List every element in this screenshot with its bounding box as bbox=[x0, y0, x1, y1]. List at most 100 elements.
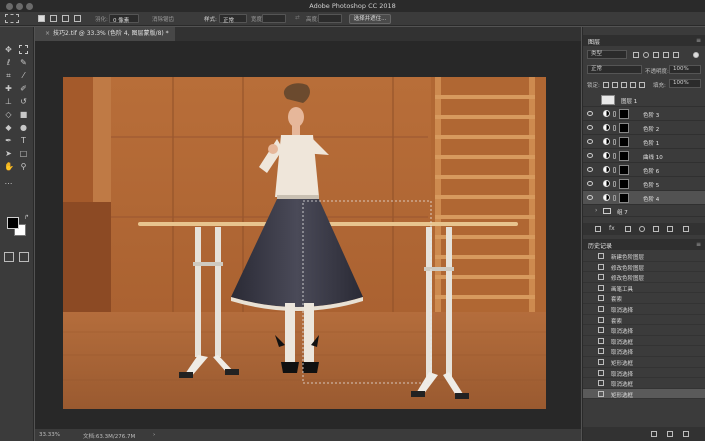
layer-name[interactable]: 色阶 5 bbox=[643, 181, 659, 189]
lock-image-icon[interactable] bbox=[612, 82, 618, 88]
layer-mask-thumbnail[interactable] bbox=[619, 193, 629, 203]
lasso-tool-icon[interactable]: ℓ bbox=[4, 58, 13, 67]
swap-icon[interactable]: ⇄ bbox=[295, 15, 300, 21]
visibility-eye-icon[interactable] bbox=[587, 139, 593, 144]
filter-type-icon[interactable] bbox=[653, 52, 659, 58]
layer-row[interactable]: 色阶 3 bbox=[583, 107, 705, 121]
mask-link-icon[interactable] bbox=[613, 195, 616, 201]
healing-brush-tool-icon[interactable]: ✚ bbox=[4, 84, 13, 93]
layer-name[interactable]: 图层 1 bbox=[621, 97, 637, 105]
mask-link-icon[interactable] bbox=[613, 181, 616, 187]
document-canvas[interactable] bbox=[63, 77, 546, 409]
zoom-level[interactable]: 33.33% bbox=[39, 432, 60, 438]
layer-name[interactable]: 色阶 2 bbox=[643, 125, 659, 133]
add-mask-icon[interactable] bbox=[625, 226, 631, 232]
filter-pixel-icon[interactable] bbox=[633, 52, 639, 58]
history-item-selected[interactable]: 矩形选框 bbox=[583, 388, 705, 400]
filter-toggle-icon[interactable] bbox=[693, 52, 699, 58]
canvas-area[interactable] bbox=[35, 41, 581, 429]
intersect-selection-icon[interactable] bbox=[74, 15, 81, 22]
quick-select-tool-icon[interactable]: ✎ bbox=[19, 58, 28, 67]
layer-name[interactable]: 色阶 4 bbox=[643, 195, 659, 203]
crop-tool-icon[interactable]: ⌗ bbox=[4, 71, 13, 80]
clone-stamp-tool-icon[interactable]: ⊥ bbox=[4, 97, 13, 106]
swap-colors-icon[interactable]: ↱ bbox=[22, 213, 31, 222]
eyedropper-tool-icon[interactable]: ⁄ bbox=[19, 71, 28, 80]
layer-group-row[interactable]: › 组 7 bbox=[583, 205, 705, 217]
history-item[interactable]: 套索 bbox=[583, 293, 705, 304]
layer-style-icon[interactable]: fx bbox=[609, 225, 615, 232]
history-item[interactable]: 取消选框 bbox=[583, 336, 705, 347]
more-tools-icon[interactable]: … bbox=[4, 177, 13, 186]
layer-mask-thumbnail[interactable] bbox=[619, 123, 629, 133]
layer-mask-thumbnail[interactable] bbox=[619, 109, 629, 119]
layer-mask-thumbnail[interactable] bbox=[619, 137, 629, 147]
visibility-eye-icon[interactable] bbox=[587, 195, 593, 200]
history-item[interactable]: 取消选择 bbox=[583, 346, 705, 357]
camera-icon[interactable] bbox=[667, 431, 673, 437]
visibility-eye-icon[interactable] bbox=[587, 111, 593, 116]
close-tab-icon[interactable]: × bbox=[45, 30, 50, 37]
layer-mask-thumbnail[interactable] bbox=[619, 165, 629, 175]
visibility-eye-icon[interactable] bbox=[587, 167, 593, 172]
link-layers-icon[interactable] bbox=[595, 226, 601, 232]
gradient-tool-icon[interactable]: ■ bbox=[19, 110, 28, 119]
filter-smart-icon[interactable] bbox=[673, 52, 679, 58]
marquee-tool-icon[interactable] bbox=[19, 45, 28, 54]
status-arrow-icon[interactable]: › bbox=[153, 432, 155, 438]
layer-row[interactable]: 色阶 5 bbox=[583, 177, 705, 191]
visibility-eye-icon[interactable] bbox=[587, 153, 593, 158]
visibility-eye-icon[interactable] bbox=[587, 125, 593, 130]
layer-name[interactable]: 色阶 6 bbox=[643, 167, 659, 175]
delete-state-icon[interactable] bbox=[683, 431, 689, 437]
history-item[interactable]: 取消选框 bbox=[583, 378, 705, 389]
antialias-label[interactable]: 消除锯齿 bbox=[152, 15, 174, 23]
history-item[interactable]: 修改色阶图层 bbox=[583, 272, 705, 283]
subtract-selection-icon[interactable] bbox=[62, 15, 69, 22]
new-selection-icon[interactable] bbox=[38, 15, 45, 22]
add-selection-icon[interactable] bbox=[50, 15, 57, 22]
new-layer-icon[interactable] bbox=[667, 226, 673, 232]
history-item[interactable]: 取消选择 bbox=[583, 325, 705, 336]
lock-transparent-icon[interactable] bbox=[603, 82, 609, 88]
history-item[interactable]: 新建色阶图层 bbox=[583, 251, 705, 262]
filter-shape-icon[interactable] bbox=[663, 52, 669, 58]
mask-link-icon[interactable] bbox=[613, 153, 616, 159]
type-tool-icon[interactable]: T bbox=[19, 136, 28, 145]
history-panel-title[interactable]: 历史记录 bbox=[588, 241, 612, 250]
layer-name[interactable]: 曲线 10 bbox=[643, 153, 663, 161]
new-group-icon[interactable] bbox=[653, 226, 659, 232]
layer-row[interactable]: 色阶 2 bbox=[583, 121, 705, 135]
mask-link-icon[interactable] bbox=[613, 111, 616, 117]
history-item[interactable]: 画笔工具 bbox=[583, 283, 705, 294]
history-item[interactable]: 取消选择 bbox=[583, 304, 705, 315]
mask-link-icon[interactable] bbox=[613, 139, 616, 145]
history-brush-tool-icon[interactable]: ↺ bbox=[19, 97, 28, 106]
layer-name[interactable]: 色阶 1 bbox=[643, 139, 659, 147]
new-adjustment-icon[interactable] bbox=[639, 226, 645, 232]
snapshot-doc-icon[interactable] bbox=[651, 431, 657, 437]
history-item[interactable]: 修改色阶图层 bbox=[583, 262, 705, 273]
visibility-eye-icon[interactable] bbox=[587, 181, 593, 186]
pen-tool-icon[interactable]: ✒ bbox=[4, 136, 13, 145]
foreground-color-swatch[interactable] bbox=[7, 217, 19, 229]
layer-filter-select[interactable]: 类型 bbox=[587, 50, 627, 59]
zoom-tool-icon[interactable]: ⚲ bbox=[19, 162, 28, 171]
lock-artboard-icon[interactable] bbox=[630, 82, 636, 88]
layer-name[interactable]: 组 7 bbox=[617, 208, 628, 216]
move-tool-icon[interactable]: ✥ bbox=[4, 45, 13, 54]
opacity-input[interactable]: 100% bbox=[669, 65, 701, 74]
filter-adjustment-icon[interactable] bbox=[643, 52, 649, 58]
lock-all-icon[interactable] bbox=[639, 82, 645, 88]
history-item[interactable]: 矩形选框 bbox=[583, 357, 705, 368]
rectangle-tool-icon[interactable]: □ bbox=[19, 149, 28, 158]
layer-row[interactable]: 色阶 6 bbox=[583, 163, 705, 177]
layer-mask-thumbnail[interactable] bbox=[619, 151, 629, 161]
mask-link-icon[interactable] bbox=[613, 125, 616, 131]
document-tab[interactable]: × 技巧2.tif @ 33.3% (色阶 4, 图层蒙版/8) * bbox=[35, 27, 175, 41]
dodge-tool-icon[interactable]: ● bbox=[19, 123, 28, 132]
brush-tool-icon[interactable]: ✐ bbox=[19, 84, 28, 93]
hand-tool-icon[interactable]: ✋ bbox=[4, 162, 14, 171]
layer-name[interactable]: 色阶 3 bbox=[643, 111, 659, 119]
width-input[interactable] bbox=[262, 14, 286, 23]
